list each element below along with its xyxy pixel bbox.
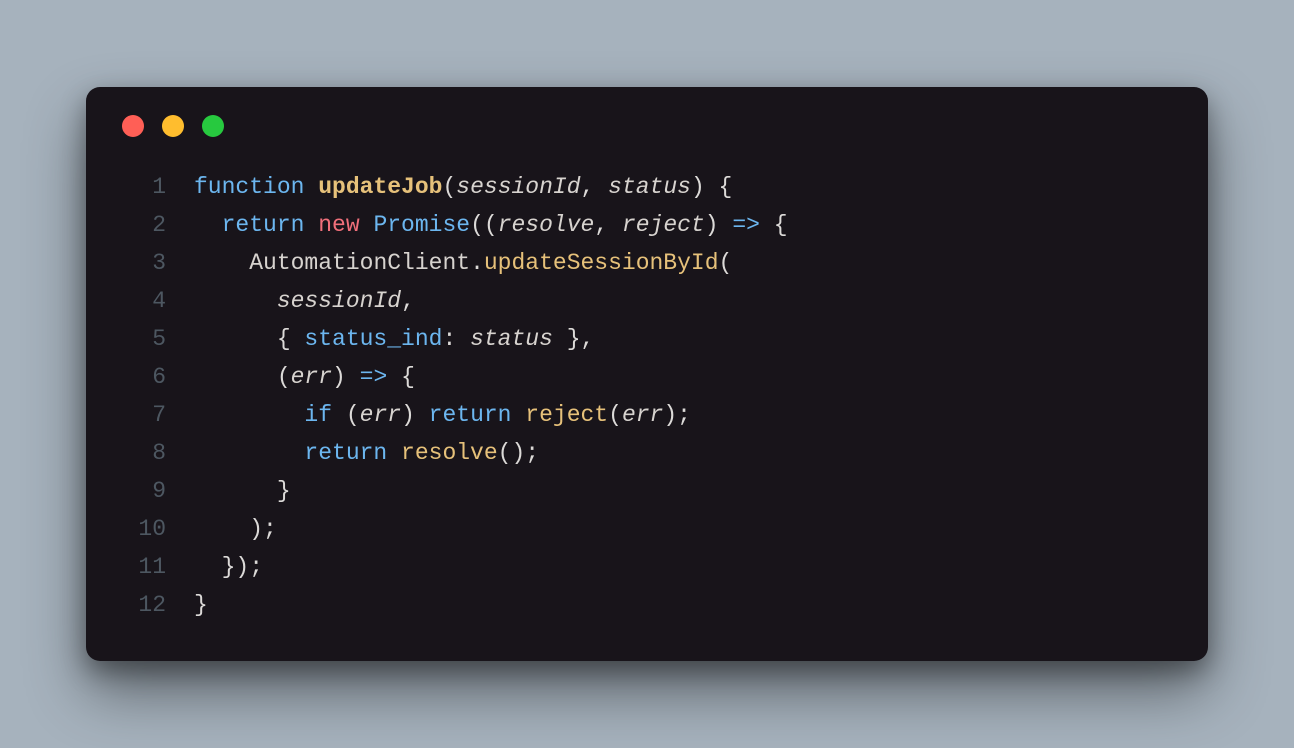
token-punc: { <box>760 212 788 238</box>
code-line: 7 if (err) return reject(err); <box>118 397 1176 435</box>
code-line: 3 AutomationClient.updateSessionById( <box>118 245 1176 283</box>
token-punc: (); <box>498 440 539 466</box>
token-punc: , <box>401 288 415 314</box>
token-punc: ( <box>332 402 360 428</box>
token-param: sessionId <box>456 174 580 200</box>
token-arrow: => <box>360 364 388 390</box>
line-number: 6 <box>118 359 166 397</box>
code-content: sessionId, <box>194 283 415 321</box>
zoom-icon[interactable] <box>202 115 224 137</box>
token-param: err <box>360 402 401 428</box>
line-number: 10 <box>118 511 166 549</box>
token-kw: function <box>194 174 318 200</box>
token-punc: : <box>442 326 470 352</box>
token-punc: ( <box>194 364 291 390</box>
line-number: 11 <box>118 549 166 587</box>
token-punc: ) <box>332 364 360 390</box>
code-line: 5 { status_ind: status }, <box>118 321 1176 359</box>
token-punc: ) <box>705 212 733 238</box>
token-new-kw: new <box>318 212 373 238</box>
token-param: err <box>622 402 663 428</box>
line-number: 2 <box>118 207 166 245</box>
line-number: 4 <box>118 283 166 321</box>
token-punc: , <box>581 174 609 200</box>
line-number: 8 <box>118 435 166 473</box>
line-number: 9 <box>118 473 166 511</box>
line-number: 3 <box>118 245 166 283</box>
close-icon[interactable] <box>122 115 144 137</box>
token-punc: } <box>194 478 291 504</box>
token-punc <box>194 440 304 466</box>
code-window: 1function updateJob(sessionId, status) {… <box>86 87 1208 660</box>
token-ident: AutomationClient <box>249 250 470 276</box>
token-punc: }, <box>553 326 594 352</box>
token-punc: . <box>470 250 484 276</box>
code-content: AutomationClient.updateSessionById( <box>194 245 732 283</box>
token-punc <box>194 212 222 238</box>
token-punc <box>194 288 277 314</box>
token-punc: ( <box>719 250 733 276</box>
code-content: ); <box>194 511 277 549</box>
token-kw: return <box>429 402 526 428</box>
token-arrow: => <box>732 212 760 238</box>
code-content: if (err) return reject(err); <box>194 397 691 435</box>
code-line: 4 sessionId, <box>118 283 1176 321</box>
token-punc: }); <box>194 554 263 580</box>
code-line: 6 (err) => { <box>118 359 1176 397</box>
line-number: 12 <box>118 587 166 625</box>
token-method: reject <box>525 402 608 428</box>
token-kw: return <box>222 212 319 238</box>
code-content: }); <box>194 549 263 587</box>
token-param: reject <box>622 212 705 238</box>
token-kw: if <box>304 402 332 428</box>
token-punc <box>194 402 304 428</box>
token-param: err <box>291 364 332 390</box>
token-punc: ) <box>401 402 429 428</box>
code-line: 2 return new Promise((resolve, reject) =… <box>118 207 1176 245</box>
code-content: function updateJob(sessionId, status) { <box>194 169 732 207</box>
token-punc: ( <box>608 402 622 428</box>
code-line: 9 } <box>118 473 1176 511</box>
code-content: } <box>194 473 291 511</box>
code-content: return resolve(); <box>194 435 539 473</box>
code-content: (err) => { <box>194 359 415 397</box>
line-number: 7 <box>118 397 166 435</box>
token-punc: } <box>194 592 208 618</box>
token-punc: ( <box>442 174 456 200</box>
token-punc: , <box>594 212 622 238</box>
token-punc: ) { <box>691 174 732 200</box>
code-block: 1function updateJob(sessionId, status) {… <box>118 169 1176 624</box>
code-content: return new Promise((resolve, reject) => … <box>194 207 788 245</box>
token-punc: { <box>194 326 304 352</box>
code-line: 8 return resolve(); <box>118 435 1176 473</box>
token-param: status <box>608 174 691 200</box>
token-param: sessionId <box>277 288 401 314</box>
code-content: } <box>194 587 208 625</box>
line-number: 5 <box>118 321 166 359</box>
token-method: resolve <box>401 440 498 466</box>
line-number: 1 <box>118 169 166 207</box>
token-param: status <box>470 326 553 352</box>
token-method: updateSessionById <box>484 250 719 276</box>
token-param: resolve <box>498 212 595 238</box>
code-content: { status_ind: status }, <box>194 321 594 359</box>
token-punc <box>194 250 249 276</box>
code-line: 11 }); <box>118 549 1176 587</box>
token-punc: ); <box>663 402 691 428</box>
code-line: 12} <box>118 587 1176 625</box>
code-line: 10 ); <box>118 511 1176 549</box>
token-cls: Promise <box>373 212 470 238</box>
token-kw: return <box>304 440 401 466</box>
token-punc: ); <box>194 516 277 542</box>
token-punc: (( <box>470 212 498 238</box>
token-punc: { <box>387 364 415 390</box>
traffic-lights <box>122 115 1176 137</box>
code-line: 1 function updateJob(sessionId, status) { <box>118 169 1176 207</box>
token-prop: status_ind <box>304 326 442 352</box>
token-fn-name: updateJob <box>318 174 442 200</box>
minimize-icon[interactable] <box>162 115 184 137</box>
